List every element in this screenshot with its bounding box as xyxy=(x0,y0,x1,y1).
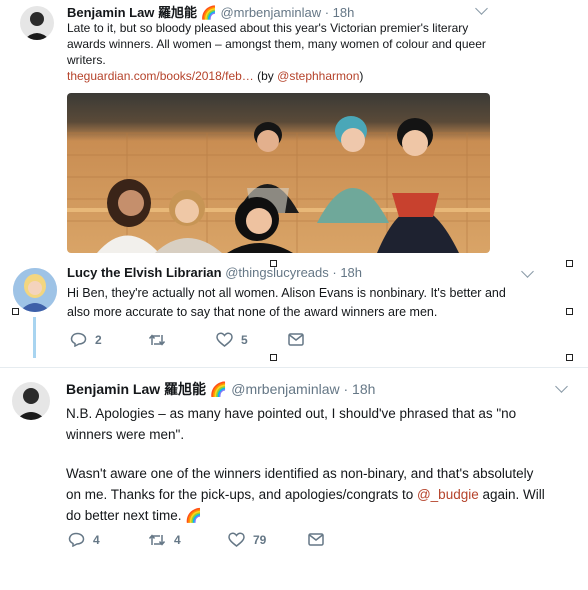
reply-count: 4 xyxy=(93,532,100,547)
text-line: Late to it, but so bloody pleased about … xyxy=(67,21,469,35)
message-button[interactable] xyxy=(308,533,324,546)
tweet-actions: 4 4 79 xyxy=(68,532,324,547)
text-line: also more accurate to say that none of t… xyxy=(67,305,438,319)
tweet-header: Benjamin Law 羅旭能 🌈 @mrbenjaminlaw · 18h xyxy=(67,2,354,21)
selection-handle[interactable] xyxy=(566,260,573,267)
reply-button[interactable]: 4 xyxy=(68,532,148,547)
like-count: 79 xyxy=(253,532,267,547)
heart-icon xyxy=(228,532,245,547)
user-avatar-icon xyxy=(24,12,50,40)
user-avatar-icon xyxy=(16,388,46,420)
mention-link[interactable]: @_budgie xyxy=(417,487,479,502)
rainbow-emoji: 🌈 xyxy=(200,5,217,20)
selection-handle[interactable] xyxy=(12,308,19,315)
group-photo-image xyxy=(67,93,490,253)
retweet-button[interactable]: 4 xyxy=(148,533,228,547)
timestamp[interactable]: · 18h xyxy=(325,5,355,20)
author-handle[interactable]: @mrbenjaminlaw xyxy=(220,5,321,20)
text-line: winners were men". xyxy=(66,427,185,442)
author-name[interactable]: Lucy the Elvish Librarian xyxy=(67,265,222,280)
envelope-icon xyxy=(288,333,304,346)
reply-count: 2 xyxy=(95,332,102,347)
like-count: 5 xyxy=(241,332,248,347)
envelope-icon xyxy=(308,533,324,546)
retweet-count: 4 xyxy=(174,532,181,547)
text-segment: again. Will xyxy=(478,487,545,502)
text-segment: do better next time. xyxy=(66,508,186,523)
timestamp[interactable]: · 18h xyxy=(332,265,362,280)
tweet-text: N.B. Apologies – as many have pointed ou… xyxy=(66,403,581,526)
text-line: N.B. Apologies – as many have pointed ou… xyxy=(66,406,517,421)
text-line: theguardian.com/books/2018/feb… (by @ste… xyxy=(67,68,567,84)
rainbow-emoji: 🌈 xyxy=(209,381,228,397)
chevron-down-icon[interactable] xyxy=(555,380,568,393)
tweet-header: Lucy the Elvish Librarian @thingslucyrea… xyxy=(67,265,362,280)
text-line: awards winners. All women – amongst them… xyxy=(67,37,486,51)
heart-icon xyxy=(216,332,233,347)
article-link[interactable]: theguardian.com/books/2018/feb… xyxy=(67,69,254,83)
like-button[interactable]: 5 xyxy=(216,332,288,347)
message-button[interactable] xyxy=(288,333,304,346)
avatar[interactable] xyxy=(20,6,54,40)
retweet-button[interactable] xyxy=(148,333,216,347)
tweet-2: Lucy the Elvish Librarian @thingslucyrea… xyxy=(0,260,588,365)
tweet-text: Hi Ben, they're actually not all women. … xyxy=(67,284,572,322)
selection-handle[interactable] xyxy=(270,354,277,361)
text-line: Hi Ben, they're actually not all women. … xyxy=(67,286,506,300)
reply-icon xyxy=(70,332,87,347)
text-line: writers. xyxy=(67,53,106,67)
avatar[interactable] xyxy=(13,268,57,312)
text-segment: on me. Thanks for the pick-ups, and apol… xyxy=(66,487,417,502)
mention-link[interactable]: @stephharmon xyxy=(277,69,359,83)
reply-button[interactable]: 2 xyxy=(70,332,148,347)
tweet-3: Benjamin Law 羅旭能 🌈 @mrbenjaminlaw · 18h … xyxy=(0,368,588,590)
author-handle[interactable]: @thingslucyreads xyxy=(225,265,329,280)
selection-handle[interactable] xyxy=(566,354,573,361)
chevron-down-icon[interactable] xyxy=(521,265,534,278)
text-line: Wasn't aware one of the winners identifi… xyxy=(66,466,534,481)
by-suffix: ) xyxy=(359,69,364,83)
text-line: on me. Thanks for the pick-ups, and apol… xyxy=(66,484,581,505)
tweet-photo[interactable] xyxy=(67,93,490,253)
tweet-text: Late to it, but so bloody pleased about … xyxy=(67,20,567,84)
timestamp[interactable]: · 18h xyxy=(344,381,376,397)
author-name[interactable]: Benjamin Law 羅旭能 xyxy=(67,5,197,20)
rainbow-emoji: 🌈 xyxy=(185,508,203,523)
avatar[interactable] xyxy=(12,382,50,420)
text-line: do better next time. 🌈 xyxy=(66,505,581,526)
user-avatar-icon xyxy=(13,268,57,312)
chevron-down-icon[interactable] xyxy=(475,2,488,15)
like-button[interactable]: 79 xyxy=(228,532,308,547)
tweet-actions: 2 5 xyxy=(70,332,304,347)
selection-handle[interactable] xyxy=(566,308,573,315)
author-handle[interactable]: @mrbenjaminlaw xyxy=(231,381,339,397)
tweet-1: Benjamin Law 羅旭能 🌈 @mrbenjaminlaw · 18h … xyxy=(0,0,588,260)
retweet-icon xyxy=(148,333,166,346)
retweet-icon xyxy=(148,533,166,546)
author-name[interactable]: Benjamin Law 羅旭能 xyxy=(66,381,206,397)
thread-line xyxy=(33,317,36,358)
by-text: (by xyxy=(253,69,278,83)
selection-handle[interactable] xyxy=(270,260,277,267)
reply-icon xyxy=(68,532,85,547)
tweet-header: Benjamin Law 羅旭能 🌈 @mrbenjaminlaw · 18h xyxy=(66,379,375,399)
